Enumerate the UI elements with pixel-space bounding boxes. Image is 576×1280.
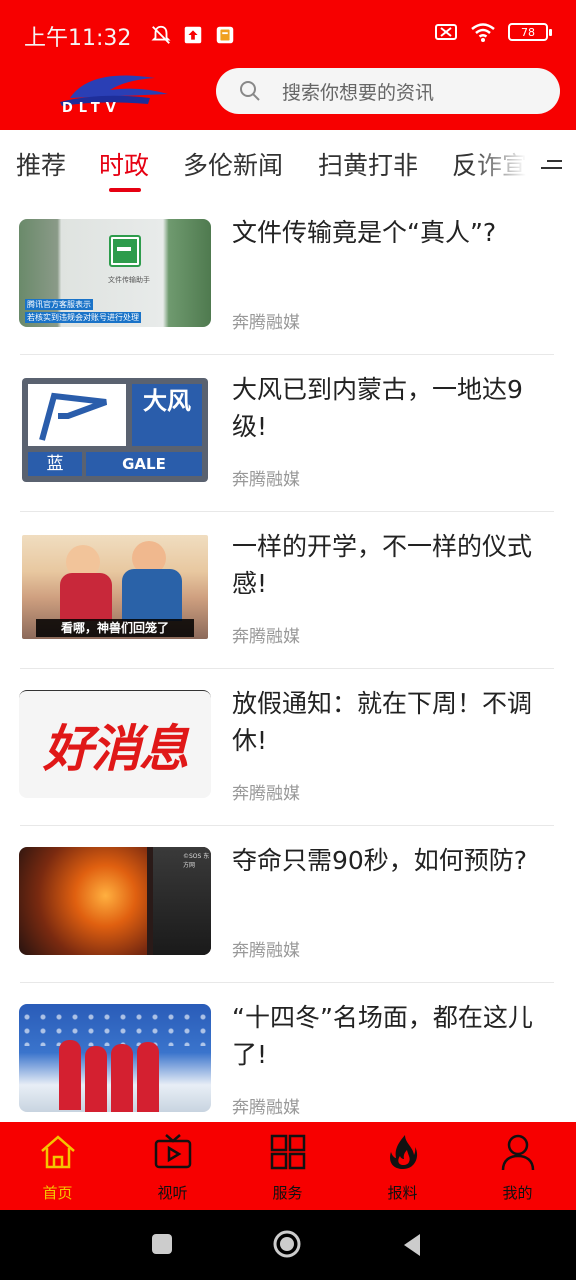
article-title: 放假通知：就在下周！不调休! — [232, 689, 533, 755]
article-source: 奔腾融媒 — [232, 784, 300, 804]
nav-label: 服务 — [272, 1184, 303, 1202]
thumb-watermark: ©SOS 东方网 — [183, 853, 210, 869]
home-button-icon[interactable] — [272, 1229, 302, 1259]
article-thumbnail: 好消息 — [19, 690, 211, 798]
article-source: 奔腾融媒 — [232, 313, 300, 333]
upload-icon — [184, 26, 202, 44]
file-transfer-icon — [109, 235, 141, 267]
thumb-color-label: 蓝 — [28, 452, 82, 476]
article-thumbnail: 看哪，神兽们回笼了 — [22, 535, 208, 639]
tab-recommend[interactable]: 推荐 — [16, 146, 66, 182]
article-title: “十四冬”名场面，都在这儿了! — [232, 1003, 533, 1069]
athlete — [137, 1042, 159, 1112]
article-source: 奔腾融媒 — [232, 941, 300, 961]
nav-label: 视听 — [157, 1184, 188, 1202]
thumb-caption-1: 腾讯官方客服表示 — [25, 299, 93, 310]
menu-icon[interactable] — [538, 152, 564, 178]
svg-text:DLTV: DLTV — [62, 101, 122, 116]
nav-label: 我的 — [502, 1184, 533, 1202]
nav-report[interactable]: 报料 — [345, 1122, 460, 1210]
article-title: 文件传输竟是个“真人”? — [232, 218, 497, 247]
athlete — [85, 1046, 107, 1112]
article-thumbnail: 文件传输助手 腾讯官方客服表示 若核实到违规会对账号进行处理 — [19, 219, 211, 327]
article-source: 奔腾融媒 — [232, 1098, 300, 1118]
recents-icon[interactable] — [150, 1232, 174, 1256]
article-item[interactable]: ©SOS 东方网 夺命只需90秒，如何预防? 奔腾融媒 — [0, 826, 576, 983]
thumb-word: GALE — [86, 452, 202, 476]
thumb-caption-2: 若核实到违规会对账号进行处理 — [25, 312, 141, 323]
status-notification-icons — [150, 24, 236, 46]
search-bar[interactable]: 搜索你想要的资讯 — [216, 68, 560, 114]
nav-label: 报料 — [387, 1184, 418, 1202]
article-item[interactable]: “十四冬”名场面，都在这儿了! 奔腾融媒 — [0, 983, 576, 1140]
app-header: DLTV 搜索你想要的资讯 — [0, 68, 576, 130]
article-thumbnail: 大风 蓝 GALE — [22, 378, 208, 482]
wifi-icon — [471, 23, 495, 42]
mute-bell-icon — [151, 25, 171, 44]
nav-profile[interactable]: 我的 — [460, 1122, 575, 1210]
grid-icon — [270, 1134, 306, 1170]
nav-label: 首页 — [42, 1184, 73, 1202]
nav-home[interactable]: 首页 — [0, 1122, 115, 1210]
status-time: 上午11:32 — [24, 26, 132, 51]
no-sim-icon — [435, 24, 457, 40]
article-item[interactable]: 看哪，神兽们回笼了 一样的开学，不一样的仪式感! 奔腾融媒 — [0, 512, 576, 669]
home-icon — [41, 1135, 75, 1169]
active-tab-indicator — [109, 188, 141, 192]
article-title: 夺命只需90秒，如何预防? — [232, 846, 528, 875]
status-bar: 上午11:32 78 — [0, 0, 576, 68]
thumb-card-text: 文件传输助手 — [108, 276, 150, 284]
article-source: 奔腾融媒 — [232, 627, 300, 647]
figure-left-body — [60, 573, 112, 621]
figure-right-body — [122, 569, 182, 621]
sponsor-wall — [19, 1010, 211, 1046]
article-title: 一样的开学，不一样的仪式感! — [232, 532, 533, 598]
wind-flag-icon — [39, 392, 108, 441]
dltv-logo[interactable]: DLTV — [40, 68, 170, 116]
user-icon — [501, 1134, 535, 1171]
article-title: 大风已到内蒙古，一地达9级! — [232, 375, 523, 441]
article-item[interactable]: 大风 蓝 GALE 大风已到内蒙古，一地达9级! 奔腾融媒 — [0, 355, 576, 512]
fire-icon — [390, 1135, 418, 1169]
athlete — [111, 1044, 133, 1112]
tab-politics[interactable]: 时政 — [99, 146, 149, 182]
back-icon[interactable] — [400, 1232, 424, 1258]
wind-flag-panel — [28, 384, 126, 446]
thumb-big-char: 大风 — [132, 384, 202, 446]
thumb-caption: 看哪，神兽们回笼了 — [36, 619, 194, 637]
system-navigation-bar — [0, 1210, 576, 1280]
battery-level: 78 — [521, 25, 535, 39]
status-system-icons: 78 — [434, 22, 552, 42]
nav-services[interactable]: 服务 — [230, 1122, 345, 1210]
thumb-big-text: 好消息 — [43, 720, 189, 778]
article-thumbnail — [19, 1004, 211, 1112]
article-item[interactable]: 文件传输助手 腾讯官方客服表示 若核实到违规会对账号进行处理 文件传输竟是个“真… — [0, 198, 576, 355]
battery-icon: 78 — [508, 23, 552, 41]
tab-duolun-news[interactable]: 多伦新闻 — [183, 146, 283, 182]
nav-video[interactable]: 视听 — [115, 1122, 230, 1210]
article-source: 奔腾融媒 — [232, 470, 300, 490]
bottom-navigation: 首页 视听 服务 报料 我的 — [0, 1122, 576, 1210]
category-tabs: 推荐 时政 多伦新闻 扫黄打非 反诈宣 — [0, 130, 576, 198]
tab-anti-porn[interactable]: 扫黄打非 — [318, 146, 418, 182]
search-icon — [240, 81, 260, 101]
app-notification-icon — [216, 26, 234, 44]
tv-icon — [154, 1134, 192, 1169]
article-thumbnail: ©SOS 东方网 — [19, 847, 211, 955]
tab-fade-overlay — [470, 130, 540, 198]
athlete — [59, 1040, 81, 1110]
article-item[interactable]: 好消息 放假通知：就在下周！不调休! 奔腾融媒 — [0, 669, 576, 826]
search-placeholder: 搜索你想要的资讯 — [282, 81, 435, 104]
